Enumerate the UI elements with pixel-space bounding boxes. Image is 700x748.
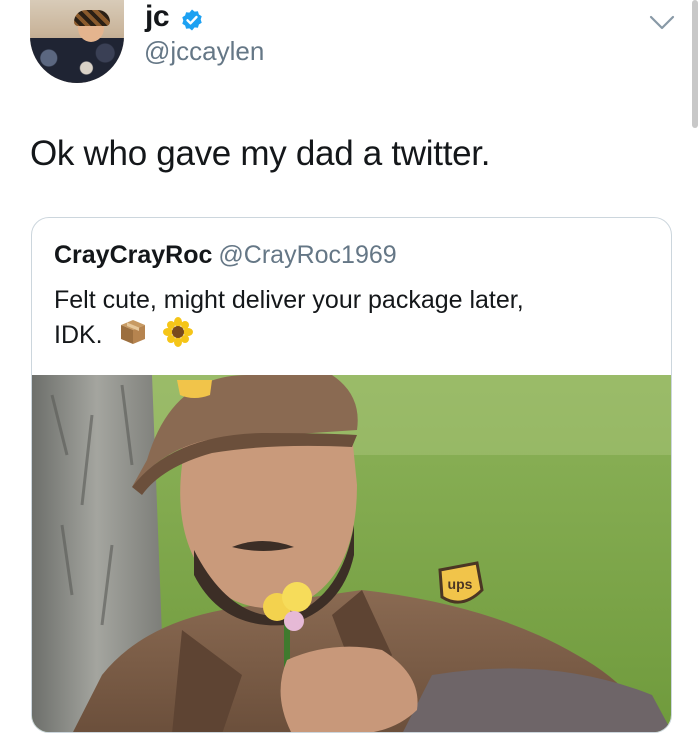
yellow-flower-2 [282,582,312,612]
quoted-handle[interactable]: @CrayRoc1969 [218,241,396,269]
quoted-text-line2-wrap: IDK. [54,317,654,352]
scrollbar[interactable] [692,0,698,128]
tweet-text: Ok who gave my dad a twitter. [30,134,491,173]
quoted-display-name[interactable]: CrayCrayRoc [54,241,212,269]
chevron-down-icon[interactable] [648,14,676,32]
avatar-hat [74,10,110,26]
quoted-tweet-photo[interactable]: ups [32,375,672,733]
pink-flower [284,611,304,631]
verified-badge-icon [182,9,202,31]
quoted-tweet-header: CrayCrayRoc @CrayRoc1969 [54,240,397,270]
ups-badge-text: ups [448,576,473,592]
avatar-blanket [30,38,124,83]
package-icon [120,320,145,344]
author-handle[interactable]: @jccaylen [144,35,264,67]
quoted-tweet-text: Felt cute, might deliver your package la… [54,284,654,352]
sunflower-icon [162,317,193,347]
author-avatar[interactable] [30,0,124,83]
cap-logo [177,380,212,398]
quoted-tweet[interactable]: CrayCrayRoc @CrayRoc1969 Felt cute, might… [31,217,672,733]
quoted-text-line2: IDK. [54,321,103,349]
quoted-text-line1: Felt cute, might deliver your package la… [54,286,524,314]
tweet-card: jc @jccaylen Ok who gave my dad a twitte… [0,0,700,748]
author-display-name[interactable]: jc [145,0,170,34]
